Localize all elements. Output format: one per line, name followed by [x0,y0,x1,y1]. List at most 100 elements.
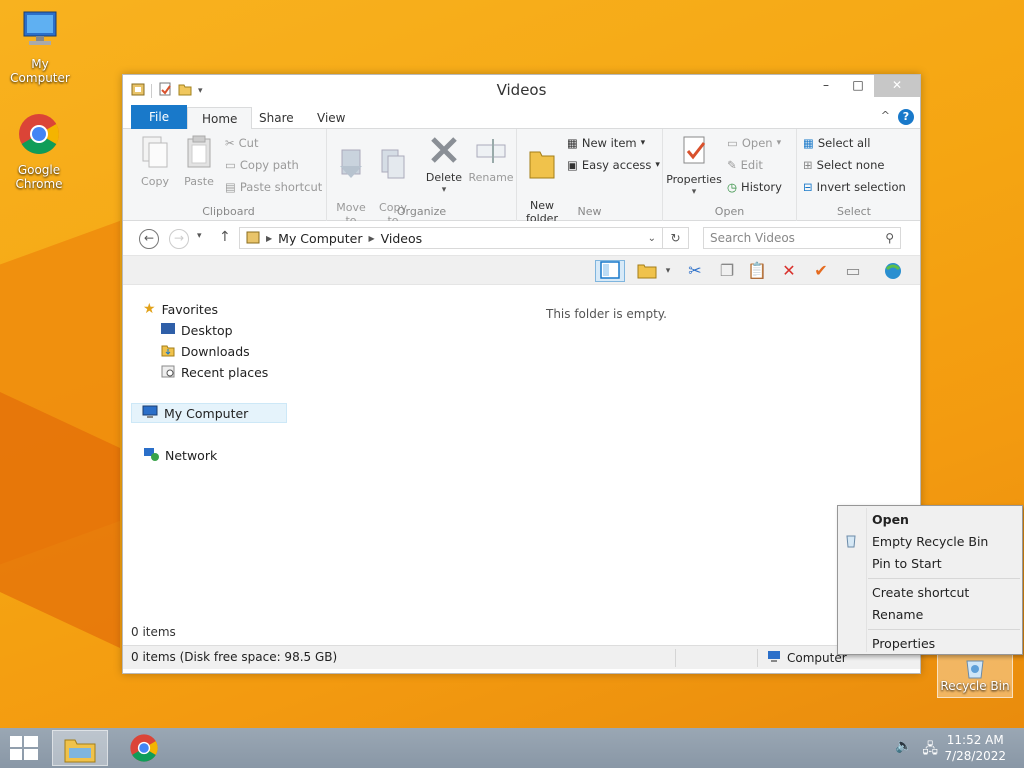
globe-icon[interactable] [881,260,905,282]
select-none-icon: ⊞ [803,158,813,172]
easy-access-label: Easy access [581,158,652,172]
nav-label: Favorites [161,301,219,317]
taskbar-chrome[interactable] [116,730,172,766]
refresh-button[interactable]: ↻ [663,227,689,249]
search-input[interactable]: Search Videos ⚲ [703,227,901,249]
clock[interactable]: 11:52 AM 7/28/2022 [944,732,1006,764]
desktop-icon-label: My Computer [10,57,70,85]
copy-label: Copy [141,175,169,188]
copy-path-label: Copy path [239,158,299,172]
ribbon-group-select: ▦ Select all ⊞ Select none ⊟ Invert selecti… [797,129,911,221]
menu-item-rename[interactable]: Rename [872,607,923,622]
menu-item-open[interactable]: Open [872,512,909,527]
copy-path-button[interactable]: ▭ Copy path [225,155,299,175]
star-icon: ★ [143,301,156,317]
volume-icon[interactable]: 🔈 [895,738,912,762]
group-label-new: New [577,205,602,218]
menu-item-create-shortcut[interactable]: Create shortcut [872,585,969,600]
delete-button[interactable]: Delete ▾ [421,135,467,197]
windows-logo-icon [10,736,38,760]
desktop-icon-google-chrome[interactable]: Google Chrome [0,112,78,191]
close-button[interactable]: ✕ [874,75,920,97]
copy-to-icon [373,148,413,185]
back-button[interactable]: ← [139,229,159,249]
menu-item-properties[interactable]: Properties [872,636,935,651]
new-item-icon: ▦ [567,136,578,150]
ribbon-group-clipboard: Copy Paste ✂ Cut ▭ Copy path ▤ Paste shortc… [131,129,327,221]
cut-button[interactable]: ✂ Cut [225,133,258,153]
properties-button[interactable]: Properties ▾ [665,135,723,199]
tab-share[interactable]: Share [245,107,308,129]
rename-label: Rename [468,171,514,184]
nav-item-desktop[interactable]: Desktop [161,320,233,340]
delete-label: Delete [425,171,463,184]
select-all-button[interactable]: ▦ Select all [803,133,870,153]
network-icon [143,447,159,464]
menu-item-pin-to-start[interactable]: Pin to Start [872,556,942,571]
collapse-ribbon-icon[interactable]: ^ [881,109,890,122]
minimize-button[interactable]: – [810,75,842,97]
maximize-button[interactable]: □ [842,75,874,97]
desktop-icon-my-computer[interactable]: My Computer [0,10,80,85]
nav-item-favorites[interactable]: ★ Favorites [143,299,218,319]
up-button[interactable]: ↑ [219,229,231,245]
network-status-icon[interactable]: 🖧 [922,738,938,762]
group-label-organize: Organize [396,205,447,218]
checkmark-icon[interactable]: ✔ [809,260,833,282]
copy-icon[interactable]: ❐ [715,260,739,282]
copy-button[interactable]: Copy [135,135,175,188]
status-disk-space: 0 items (Disk free space: 98.5 GB) [131,650,338,664]
start-button[interactable] [10,736,38,760]
breadcrumb-my-computer[interactable]: My Computer [278,231,362,246]
group-label-open: Open [714,205,745,218]
delete-icon[interactable]: ✕ [777,260,801,282]
nav-item-downloads[interactable]: Downloads [161,341,250,361]
file-list-area[interactable]: This folder is empty. [293,291,920,621]
ribbon-tabs: File Home Share View ^ ? [123,105,920,131]
tab-home[interactable]: Home [187,107,253,131]
tab-file[interactable]: File [131,105,188,129]
nav-item-my-computer[interactable]: My Computer [131,403,287,423]
select-none-button[interactable]: ⊞ Select none [803,155,884,175]
new-item-button[interactable]: ▦ New item ▾ [567,133,645,153]
rename-button[interactable]: Rename [467,135,515,184]
paste-shortcut-button[interactable]: ▤ Paste shortcut [225,177,322,197]
clipboard-icon[interactable]: 📋 [745,260,769,282]
nav-item-network[interactable]: Network [143,445,217,465]
invert-selection-button[interactable]: ⊟ Invert selection [803,177,906,197]
nav-item-recent-places[interactable]: Recent places [161,362,268,382]
forward-button[interactable]: → [169,229,189,249]
open-button[interactable]: ▭ Open ▾ [727,133,781,153]
explorer-window: ▾ Videos – □ ✕ File Home Share View ^ ? … [122,74,921,674]
nav-label: Downloads [181,343,250,359]
recent-locations-icon[interactable]: ▾ [197,231,202,241]
file-explorer-icon [64,739,96,763]
properties-label: Properties [666,173,722,186]
search-icon: ⚲ [885,231,894,245]
edit-button[interactable]: ✎ Edit [727,155,763,175]
folder-view-icon[interactable] [635,260,659,282]
edit-icon: ✎ [727,158,737,172]
desktop-icon-recycle-bin[interactable]: Recycle Bin [937,650,1013,698]
help-icon[interactable]: ? [898,109,914,125]
address-bar[interactable]: ▶ My Computer ▶ Videos ⌄ [239,227,663,249]
history-button[interactable]: ◷ History [727,177,782,197]
preview-pane-button[interactable] [595,260,625,282]
chevron-down-icon[interactable]: ▾ [661,260,675,282]
breadcrumb-videos[interactable]: Videos [381,231,423,246]
taskbar-file-explorer[interactable] [52,730,108,766]
nav-label: Network [165,447,218,463]
easy-access-button[interactable]: ▣ Easy access ▾ [567,155,660,175]
tab-view[interactable]: View [303,107,359,129]
rename-icon[interactable]: ▭ [841,260,865,282]
scissors-icon[interactable]: ✂ [683,260,707,282]
recent-places-icon [161,364,175,381]
menu-item-empty-recycle-bin[interactable]: Empty Recycle Bin [872,534,988,549]
folder-location-icon [246,230,260,247]
status-computer: Computer [767,650,847,665]
paste-shortcut-icon: ▤ [225,180,236,194]
address-dropdown-icon[interactable]: ⌄ [648,233,656,244]
paste-button[interactable]: Paste [179,135,219,188]
window-controls: – □ ✕ [810,75,920,97]
chrome-icon [0,112,78,159]
